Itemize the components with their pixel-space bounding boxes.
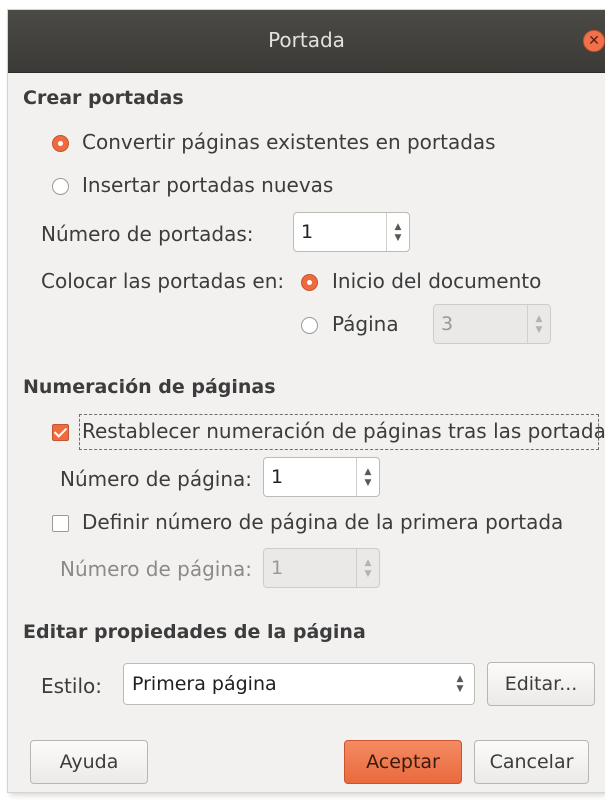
chevron-down-icon[interactable]: ▼ <box>357 569 379 579</box>
label-definir-numero[interactable]: Definir número de página de la primera p… <box>82 510 563 534</box>
label-colocar-portadas: Colocar las portadas en: <box>41 269 285 293</box>
pagina-spinner[interactable]: 3 ▲ ▼ <box>433 304 551 344</box>
spinner-arrows[interactable]: ▲ ▼ <box>356 458 379 496</box>
editar-button[interactable]: Editar... <box>487 662 595 706</box>
label-pagina[interactable]: Página <box>332 312 399 336</box>
title-page-dialog: Portada ✕ Crear portadas Convertir págin… <box>8 10 605 792</box>
title-bar[interactable]: Portada ✕ <box>8 10 605 73</box>
estilo-select[interactable]: Primera página ▲ ▼ <box>123 663 475 705</box>
chevron-up-icon[interactable]: ▲ <box>528 314 550 324</box>
label-inicio-documento[interactable]: Inicio del documento <box>332 269 541 293</box>
chevron-down-icon[interactable]: ▼ <box>387 233 409 243</box>
numero-pagina-value[interactable]: 1 <box>271 466 283 488</box>
radio-insertar-portadas[interactable] <box>52 178 69 195</box>
close-button[interactable]: ✕ <box>583 30 605 52</box>
numero-pagina-primera-value[interactable]: 1 <box>271 557 283 579</box>
spinner-arrows[interactable]: ▲ ▼ <box>356 549 379 587</box>
section-heading-numeracion: Numeración de páginas <box>23 376 276 398</box>
radio-pagina[interactable] <box>301 317 318 334</box>
chevron-up-icon[interactable]: ▲ <box>357 558 379 568</box>
chevron-down-icon[interactable]: ▼ <box>528 325 550 335</box>
spinner-arrows[interactable]: ▲ ▼ <box>527 305 550 343</box>
label-numero-portadas: Número de portadas: <box>41 222 254 246</box>
numero-pagina-spinner[interactable]: 1 ▲ ▼ <box>263 457 380 497</box>
estilo-value[interactable]: Primera página <box>132 673 277 695</box>
spinner-arrows[interactable]: ▲ ▼ <box>386 213 409 251</box>
close-icon: ✕ <box>588 33 600 49</box>
label-numero-pagina-primera: Número de página: <box>60 557 253 581</box>
section-heading-editar: Editar propiedades de la página <box>23 621 366 643</box>
label-estilo: Estilo: <box>41 674 102 698</box>
label-numero-pagina: Número de página: <box>60 467 253 491</box>
aceptar-button[interactable]: Aceptar <box>344 740 462 784</box>
section-heading-crear-portadas: Crear portadas <box>23 87 184 109</box>
numero-portadas-value[interactable]: 1 <box>301 221 313 243</box>
chevron-down-icon[interactable]: ▼ <box>357 478 379 488</box>
pagina-value[interactable]: 3 <box>441 313 453 335</box>
dialog-title: Portada <box>268 28 345 52</box>
checkbox-definir-numero[interactable] <box>52 515 69 532</box>
numero-pagina-primera-spinner[interactable]: 1 ▲ ▼ <box>263 548 380 588</box>
chevron-up-icon[interactable]: ▲ <box>387 222 409 232</box>
label-restablecer[interactable]: Restablecer numeración de páginas tras l… <box>82 419 605 443</box>
chevron-up-icon[interactable]: ▲ <box>357 467 379 477</box>
numero-portadas-spinner[interactable]: 1 ▲ ▼ <box>293 212 410 252</box>
cancelar-button[interactable]: Cancelar <box>474 740 589 784</box>
label-insertar-portadas[interactable]: Insertar portadas nuevas <box>82 173 333 197</box>
radio-convertir-paginas[interactable] <box>52 135 69 152</box>
select-arrows-icon: ▲ ▼ <box>456 674 464 694</box>
checkbox-restablecer[interactable] <box>52 424 69 441</box>
ayuda-button[interactable]: Ayuda <box>30 740 148 784</box>
radio-inicio-documento[interactable] <box>301 274 318 291</box>
label-convertir-paginas[interactable]: Convertir páginas existentes en portadas <box>82 130 496 154</box>
